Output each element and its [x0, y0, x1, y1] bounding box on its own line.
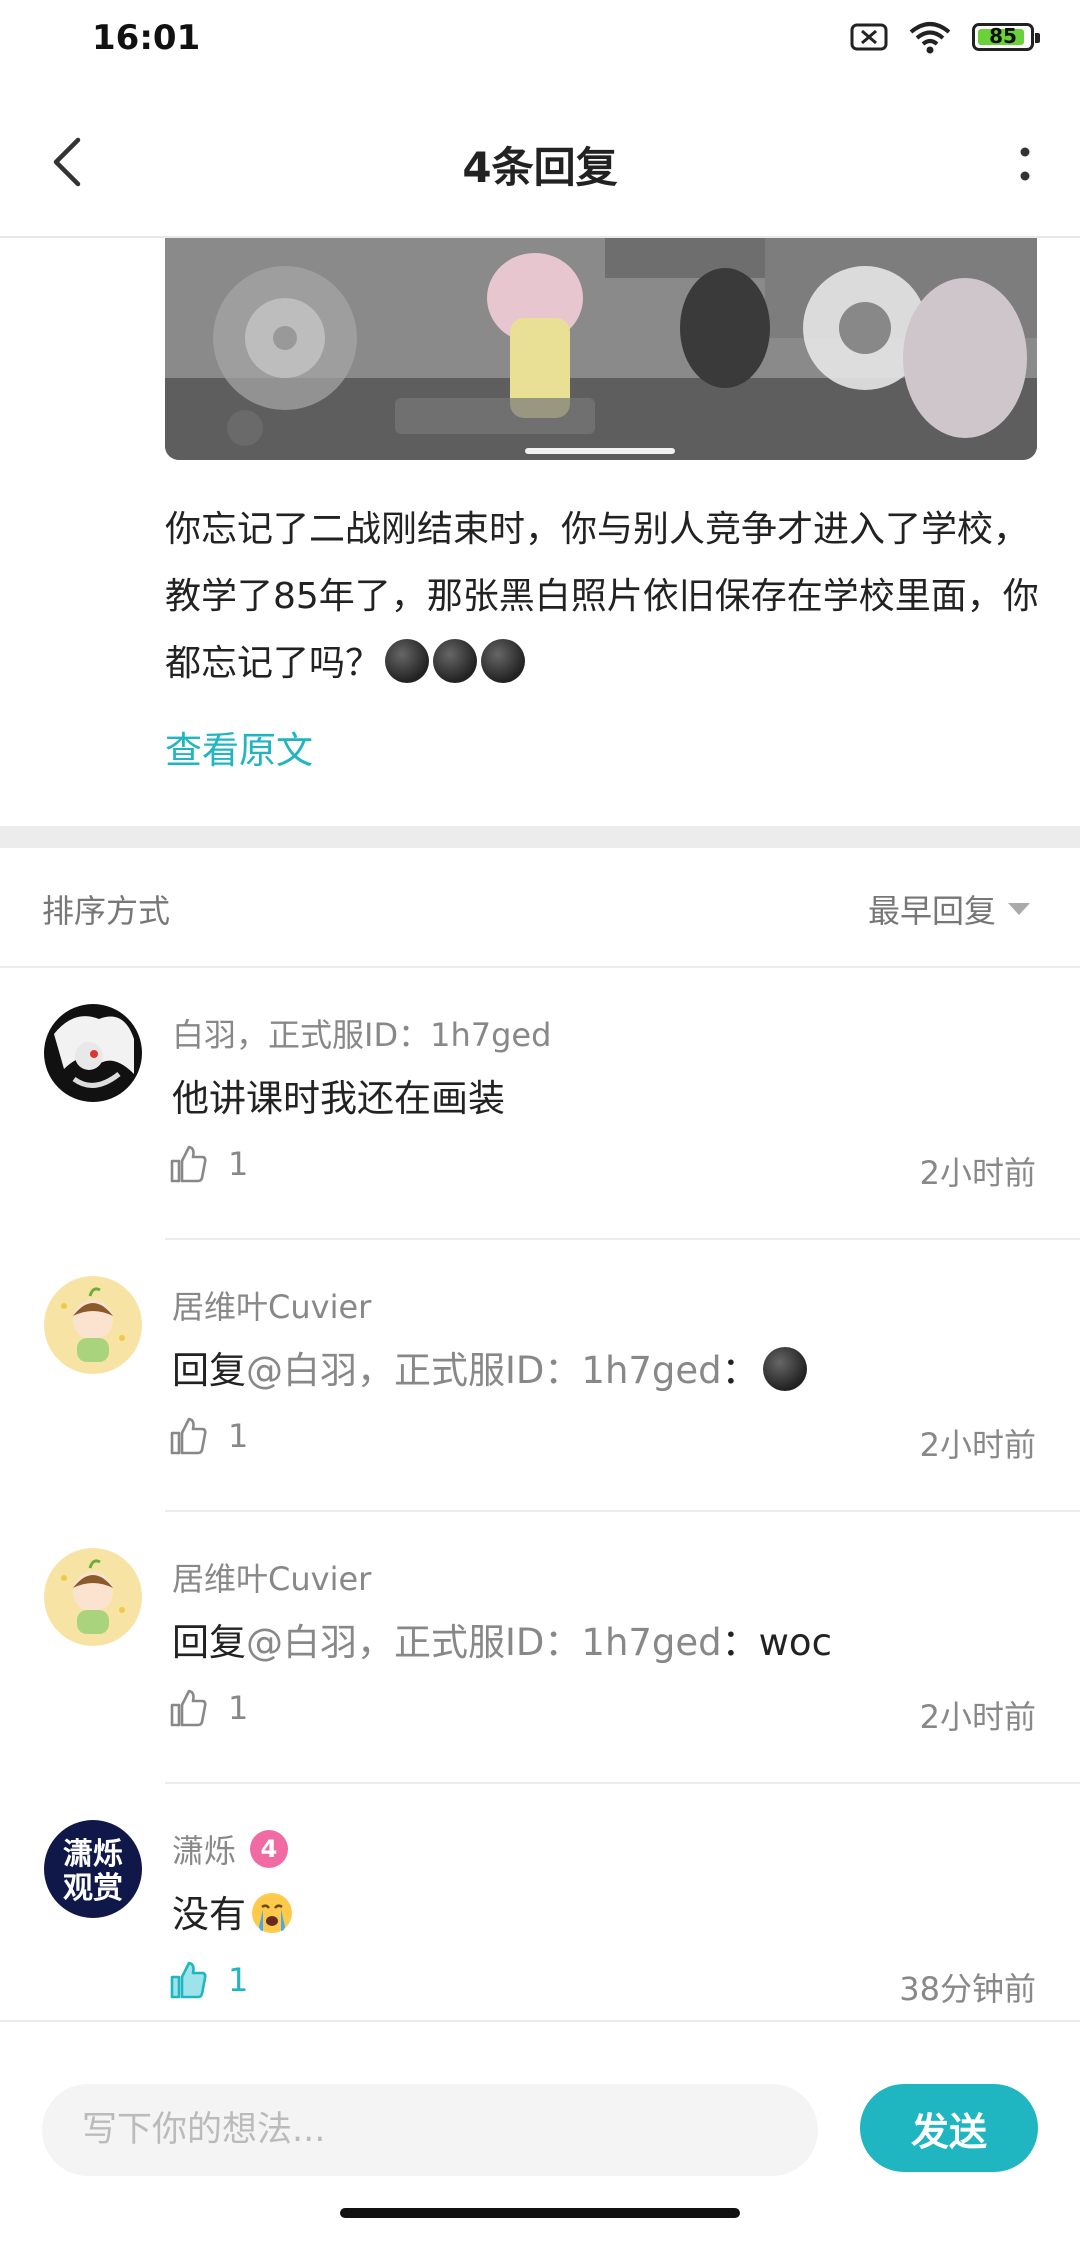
comment-item: 居维叶Cuvier 回复@白羽，正式服ID：1h7ged： 1 2小时前 — [0, 1240, 1080, 1512]
more-vertical-icon — [1020, 147, 1030, 181]
wifi-icon — [909, 22, 951, 54]
reply-separator: ： — [721, 1621, 759, 1664]
avatar-text-bottom: 观赏 — [63, 1871, 123, 1906]
comment-time: 2小时前 — [919, 1698, 1036, 1736]
comment-input[interactable] — [42, 2084, 818, 2176]
like-button[interactable]: 1 — [168, 1416, 248, 1456]
home-indicator[interactable] — [340, 2208, 740, 2218]
reply-mention[interactable]: @白羽，正式服ID：1h7ged — [246, 1621, 722, 1664]
sort-row: 排序方式 最早回复 — [0, 848, 1080, 968]
chevron-down-icon — [1008, 903, 1030, 915]
comment-author[interactable]: 居维叶Cuvier — [172, 1282, 371, 1328]
like-button[interactable]: 1 — [168, 1688, 248, 1728]
post-text: 你忘记了二战刚结束时，你与别人竞争才进入了学校，教学了85年了，那张黑白照片依旧… — [165, 496, 1045, 697]
post-text-content: 你忘记了二战刚结束时，你与别人竞争才进入了学校，教学了85年了，那张黑白照片依旧… — [165, 509, 1039, 684]
view-original-link[interactable]: 查看原文 — [165, 720, 313, 774]
status-icons: 85 — [850, 20, 1040, 54]
comment-item: 潇烁 观赏 潇烁 4 没有 1 38分钟前 — [0, 1784, 1080, 2056]
battery-level: 85 — [989, 24, 1017, 48]
like-count: 1 — [228, 1417, 249, 1455]
reply-prefix: 回复 — [172, 1349, 246, 1392]
comment-author[interactable]: 白羽，正式服ID：1h7ged — [172, 1010, 551, 1056]
header: 4条回复 — [0, 84, 1080, 238]
status-time: 16:01 — [92, 18, 201, 58]
crying-emoji-icon — [252, 1893, 292, 1933]
battery-icon: 85 — [972, 23, 1040, 51]
thumbs-up-icon — [170, 1689, 207, 1727]
comment-time: 2小时前 — [919, 1426, 1036, 1464]
comment-item: 居维叶Cuvier 回复@白羽，正式服ID：1h7ged：woc 1 2小时前 — [0, 1512, 1080, 1784]
smirk-emoji-icon — [385, 639, 430, 683]
comment-time: 38分钟前 — [899, 1970, 1036, 2008]
like-count: 1 — [228, 1145, 249, 1183]
sort-value: 最早回复 — [867, 892, 996, 930]
comment-body: 没有 — [172, 1884, 294, 1938]
thumbs-up-icon — [170, 1961, 207, 1999]
comment-body: 回复@白羽，正式服ID：1h7ged：woc — [172, 1612, 832, 1666]
sort-label: 排序方式 — [42, 892, 171, 930]
comment-body: 他讲课时我还在画装 — [172, 1077, 505, 1120]
composer-bar: 发送 — [0, 2020, 1080, 2206]
avatar[interactable]: 潇烁 观赏 — [44, 1820, 142, 1918]
reply-text: woc — [758, 1621, 832, 1664]
comment-item: 白羽，正式服ID：1h7ged 他讲课时我还在画装 1 2小时前 — [0, 968, 1080, 1240]
like-count: 1 — [228, 1689, 249, 1727]
avatar[interactable] — [44, 1004, 142, 1102]
page-title: 4条回复 — [462, 143, 618, 192]
level-badge: 4 — [250, 1830, 289, 1868]
comment-body: 回复@白羽，正式服ID：1h7ged： — [172, 1340, 807, 1394]
comment-author[interactable]: 居维叶Cuvier — [172, 1554, 371, 1600]
reply-mention[interactable]: @白羽，正式服ID：1h7ged — [246, 1349, 722, 1392]
comment-time: 2小时前 — [919, 1154, 1036, 1192]
like-button[interactable]: 1 — [168, 1144, 248, 1184]
game-screenshot — [165, 238, 1037, 460]
smirk-emoji-icon — [481, 639, 526, 683]
comment-author[interactable]: 潇烁 4 — [172, 1826, 289, 1872]
sort-dropdown[interactable]: 最早回复 — [868, 886, 1030, 932]
smirk-emoji-icon — [433, 639, 478, 683]
send-button[interactable]: 发送 — [860, 2084, 1038, 2172]
avatar[interactable] — [44, 1548, 142, 1646]
thumbs-up-icon — [170, 1417, 207, 1455]
section-divider — [0, 826, 1080, 848]
reply-separator: ： — [721, 1349, 759, 1392]
more-options-button[interactable] — [1010, 134, 1040, 194]
no-sim-icon — [850, 23, 888, 51]
avatar-text-top: 潇烁 — [63, 1837, 123, 1872]
thumbs-up-icon — [170, 1145, 207, 1183]
smirk-emoji-icon — [762, 1347, 807, 1391]
post-image[interactable] — [165, 238, 1037, 460]
like-count: 1 — [228, 1961, 249, 1999]
status-bar: 16:01 85 — [0, 0, 1080, 84]
like-button[interactable]: 1 — [168, 1960, 248, 2000]
avatar[interactable] — [44, 1276, 142, 1374]
reply-prefix: 回复 — [172, 1621, 246, 1664]
